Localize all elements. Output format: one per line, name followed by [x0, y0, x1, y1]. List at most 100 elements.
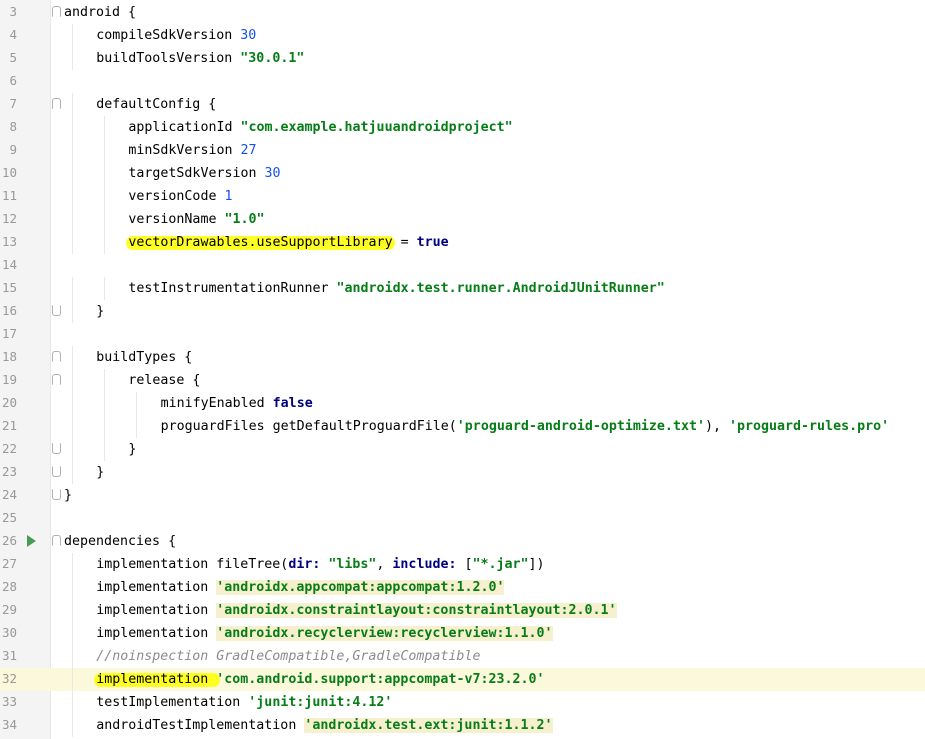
line-number: 32 — [1, 671, 17, 686]
indent-guide — [72, 369, 73, 392]
code-token: } — [128, 442, 137, 457]
code-token: targetSdkVersion — [128, 166, 265, 181]
code-text: } — [96, 464, 104, 481]
code-line[interactable]: 7 defaultConfig { — [0, 93, 925, 116]
indent-guide — [72, 139, 73, 162]
code-line[interactable]: 17 — [0, 323, 925, 346]
fold-icon[interactable] — [52, 305, 61, 316]
code-line[interactable]: 20 minifyEnabled false — [0, 392, 925, 415]
code-token: 30 — [240, 28, 257, 43]
indent-guide — [72, 576, 73, 599]
code-line[interactable]: 4 compileSdkVersion 30 — [0, 24, 925, 47]
code-line[interactable]: 9 minSdkVersion 27 — [0, 139, 925, 162]
code-line[interactable]: 12 versionName "1.0" — [0, 208, 925, 231]
fold-icon[interactable] — [52, 374, 61, 385]
run-gutter-icon[interactable] — [27, 535, 36, 547]
indent-guide — [72, 461, 73, 484]
code-line[interactable]: 3 android { — [0, 1, 925, 24]
code-text: minSdkVersion 27 — [128, 142, 256, 159]
code-token: implementation — [96, 626, 217, 641]
code-line[interactable]: 22} — [0, 438, 925, 461]
code-token: buildToolsVersion — [96, 51, 241, 66]
code-line[interactable]: 10 targetSdkVersion 30 — [0, 162, 925, 185]
code-line[interactable]: 31 //noinspection GradleCompatible,Gradle… — [0, 645, 925, 668]
indent-guide — [72, 24, 73, 47]
code-text: testInstrumentationRunner "androidx.test… — [128, 280, 664, 297]
code-text: release { — [128, 372, 200, 389]
code-token: "libs" — [328, 557, 377, 572]
line-number: 25 — [1, 510, 17, 525]
indent-guide — [104, 116, 106, 139]
code-token: defaultConfig { — [96, 97, 217, 112]
indent-guide — [72, 392, 73, 415]
code-line[interactable]: 28 implementation 'androidx.appcompat:app… — [0, 576, 925, 599]
code-line[interactable]: 16} — [0, 300, 925, 323]
code-line[interactable]: 6 — [0, 70, 925, 93]
fold-icon[interactable] — [52, 443, 61, 454]
code-text: proguardFiles getDefaultProguardFile('pr… — [161, 418, 890, 435]
code-text: compileSdkVersion 30 — [96, 27, 256, 44]
indent-guide — [72, 668, 73, 691]
code-line[interactable]: 21 proguardFiles getDefaultProguardFile('… — [0, 415, 925, 438]
fold-icon[interactable] — [52, 535, 61, 546]
code-token: "com.example.hatjuuandroidproject" — [240, 120, 513, 135]
indent-guide — [72, 93, 73, 116]
code-line[interactable]: 26 dependencies { — [0, 530, 925, 553]
fold-icon[interactable] — [52, 351, 61, 362]
line-number: 26 — [1, 533, 17, 548]
line-number: 7 — [9, 96, 17, 111]
indent-guide — [72, 553, 73, 576]
code-line[interactable]: 32 implementation 'com.android.support:ap… — [0, 668, 925, 691]
code-line[interactable]: 24} — [0, 484, 925, 507]
code-line[interactable]: 25 — [0, 507, 925, 530]
indent-guide — [72, 645, 73, 668]
code-line[interactable]: 5 buildToolsVersion "30.0.1" — [0, 47, 925, 70]
line-number: 14 — [1, 257, 17, 272]
code-text: implementation 'androidx.constraintlayou… — [96, 602, 617, 619]
line-number: 19 — [1, 372, 17, 387]
code-line[interactable]: 23} — [0, 461, 925, 484]
code-token: versionName — [128, 212, 225, 227]
indent-guide — [104, 369, 106, 392]
code-line[interactable]: 14 — [0, 254, 925, 277]
code-token: implementation — [96, 672, 217, 687]
code-token: } — [64, 488, 73, 503]
code-token: include: — [392, 557, 465, 572]
code-text: implementation fileTree(dir: "libs", inc… — [96, 556, 544, 573]
fold-icon[interactable] — [52, 466, 61, 477]
indent-guide — [72, 162, 73, 185]
code-text: defaultConfig { — [96, 96, 216, 113]
code-line[interactable]: 18 buildTypes { — [0, 346, 925, 369]
fold-icon[interactable] — [52, 6, 61, 17]
indent-guide — [104, 277, 106, 300]
indent-guide — [72, 208, 73, 231]
code-line[interactable]: 29 implementation 'androidx.constraintlay… — [0, 599, 925, 622]
code-line[interactable]: 30 implementation 'androidx.recyclerview:… — [0, 622, 925, 645]
code-token: minSdkVersion — [128, 143, 241, 158]
code-token: testInstrumentationRunner — [128, 281, 337, 296]
code-line[interactable]: 15 testInstrumentationRunner "androidx.te… — [0, 277, 925, 300]
line-number: 34 — [1, 717, 17, 732]
fold-icon[interactable] — [52, 98, 61, 109]
code-token: 'com.android.support:appcompat-v7:23.2.0… — [216, 672, 545, 687]
code-token: 'junit:junit:4.12' — [248, 695, 393, 710]
code-text: implementation 'com.android.support:appc… — [96, 671, 544, 688]
code-token: 'androidx.test.ext:junit:1.1.2' — [304, 718, 553, 733]
indent-guide — [104, 185, 106, 208]
code-text: implementation 'androidx.appcompat:appco… — [96, 579, 505, 596]
code-token: release { — [128, 373, 201, 388]
code-token: "30.0.1" — [240, 51, 305, 66]
code-text: dependencies { — [64, 533, 176, 550]
code-token: compileSdkVersion — [96, 28, 241, 43]
line-number: 16 — [1, 303, 17, 318]
code-line[interactable]: 8 applicationId "com.example.hatjuuandroi… — [0, 116, 925, 139]
fold-icon[interactable] — [52, 489, 61, 500]
indent-guide — [72, 599, 73, 622]
code-line[interactable]: 11 versionCode 1 — [0, 185, 925, 208]
code-line[interactable]: 19 release { — [0, 369, 925, 392]
code-line[interactable]: 33 testImplementation 'junit:junit:4.12' — [0, 691, 925, 714]
code-editor[interactable]: 3 android {4 compileSdkVersion 30 5 buildToo… — [0, 0, 925, 739]
code-line[interactable]: 34 androidTestImplementation 'androidx.te… — [0, 714, 925, 737]
code-line[interactable]: 27 implementation fileTree(dir: "libs", i… — [0, 553, 925, 576]
code-line[interactable]: 13 vectorDrawables.useSupportLibrary = tr… — [0, 231, 925, 254]
